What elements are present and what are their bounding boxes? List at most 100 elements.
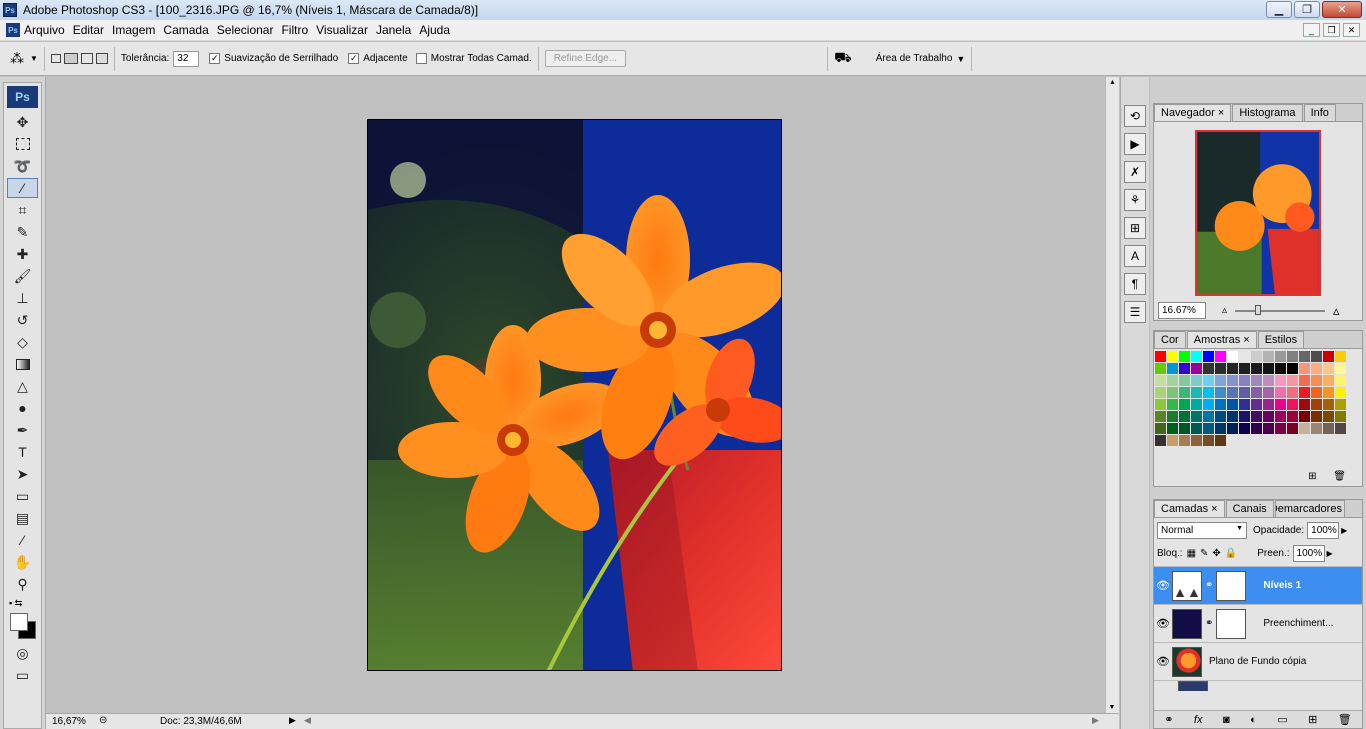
zoom-out-icon[interactable]: ▵ [1222,305,1227,316]
swatch[interactable] [1179,387,1191,399]
delete-layer-icon[interactable]: 🗑 [1338,713,1352,726]
lock-paint-icon[interactable]: ✎ [1200,548,1208,559]
swatch-grid[interactable] [1154,349,1348,449]
fill-arrow-icon[interactable]: ▶ [1327,549,1333,558]
swatch[interactable] [1203,423,1215,435]
swatch[interactable] [1155,375,1167,387]
menu-visualizar[interactable]: Visualizar [316,23,376,37]
clone-source-icon[interactable]: ⊞ [1124,217,1146,239]
lock-transparent-icon[interactable]: ▦ [1187,548,1196,559]
swatch[interactable] [1155,351,1167,363]
swatch[interactable] [1215,399,1227,411]
character-icon[interactable]: A [1124,245,1146,267]
swatch[interactable] [1155,363,1167,375]
swatch[interactable] [1323,423,1335,435]
status-menu-arrow-icon[interactable]: ▶ [289,715,296,726]
slice-tool-icon[interactable]: ✎ [7,222,38,242]
swatch[interactable] [1239,363,1251,375]
history-brush-tool-icon[interactable]: ↺ [7,310,38,330]
swatch[interactable] [1263,363,1275,375]
swatch[interactable] [1251,399,1263,411]
close-icon[interactable]: ✕ [1322,1,1362,18]
swatch[interactable] [1299,423,1311,435]
lock-all-icon[interactable]: 🔒 [1225,548,1237,559]
ps-logo[interactable]: Ps [7,86,38,108]
restore-icon[interactable]: ❐ [1294,1,1320,18]
swatch[interactable] [1275,387,1287,399]
lock-position-icon[interactable]: ✥ [1212,548,1220,559]
link-icon[interactable]: ⚭ [1205,618,1213,629]
swatch[interactable] [1299,375,1311,387]
swatch[interactable] [1227,351,1239,363]
swatch[interactable] [1263,351,1275,363]
swatch[interactable] [1167,387,1179,399]
color-swatches-icon[interactable] [8,611,41,641]
swatch[interactable] [1191,351,1203,363]
document-icon[interactable]: Ps [6,23,20,37]
workspace-menu[interactable]: Área de Trabalho [876,53,953,64]
swatch[interactable] [1239,399,1251,411]
swatch[interactable] [1227,423,1239,435]
swatch[interactable] [1167,435,1179,447]
brush-tool-icon[interactable]: 🖌 [7,266,38,286]
swatch[interactable] [1335,351,1347,363]
swatch[interactable] [1323,351,1335,363]
swatch[interactable] [1335,399,1347,411]
swatch[interactable] [1155,387,1167,399]
swatch[interactable] [1191,399,1203,411]
swatch[interactable] [1311,363,1323,375]
swatch[interactable] [1203,411,1215,423]
swatch[interactable] [1167,351,1179,363]
opacity-arrow-icon[interactable]: ▶ [1341,526,1347,535]
swatch[interactable] [1155,411,1167,423]
swatch[interactable] [1227,387,1239,399]
swatch[interactable] [1191,387,1203,399]
swatch[interactable] [1215,363,1227,375]
menu-arquivo[interactable]: Arquivo [24,23,73,37]
swatch[interactable] [1191,375,1203,387]
swatch[interactable] [1191,363,1203,375]
swatch[interactable] [1275,351,1287,363]
swatch[interactable] [1215,435,1227,447]
swatch[interactable] [1203,399,1215,411]
swatch[interactable] [1323,375,1335,387]
swatch[interactable] [1287,399,1299,411]
dodge-tool-icon[interactable]: ● [7,398,38,418]
swatch[interactable] [1167,363,1179,375]
canvas-vertical-scrollbar[interactable]: ▲ ▼ [1105,77,1119,713]
document-canvas[interactable] [367,119,782,671]
swatch[interactable] [1335,423,1347,435]
swatch[interactable] [1335,375,1347,387]
swatch[interactable] [1299,411,1311,423]
tools-preset-icon[interactable]: ✗ [1124,161,1146,183]
swatch[interactable] [1251,351,1263,363]
swatch[interactable] [1263,387,1275,399]
menu-janela[interactable]: Janela [376,23,419,37]
swatch[interactable] [1227,363,1239,375]
swatch[interactable] [1275,423,1287,435]
swatch[interactable] [1299,363,1311,375]
menu-selecionar[interactable]: Selecionar [217,23,282,37]
swatch[interactable] [1299,399,1311,411]
link-layers-icon[interactable]: ⚭ [1164,713,1173,726]
notes-tool-icon[interactable]: ▤ [7,508,38,528]
swatch[interactable] [1239,423,1251,435]
shape-tool-icon[interactable]: ▭ [7,486,38,506]
swatch[interactable] [1239,411,1251,423]
navigator-thumbnail[interactable] [1195,130,1321,296]
menu-editar[interactable]: Editar [73,23,112,37]
swatch[interactable] [1275,399,1287,411]
new-selection-icon[interactable] [50,54,61,63]
path-selection-tool-icon[interactable]: ➤ [7,464,38,484]
tab-navegador[interactable]: Navegador × [1154,104,1232,121]
swatch[interactable] [1179,435,1191,447]
swatch[interactable] [1323,411,1335,423]
navigator-zoom-field[interactable]: 16.67% [1158,302,1206,319]
swatch[interactable] [1215,411,1227,423]
opacity-field[interactable]: 100% [1307,522,1340,539]
scroll-down-icon[interactable]: ▼ [1106,704,1118,711]
swatch[interactable] [1167,423,1179,435]
swatch[interactable] [1239,351,1251,363]
trash-icon[interactable]: ⊝ [99,715,107,726]
swatch[interactable] [1287,375,1299,387]
